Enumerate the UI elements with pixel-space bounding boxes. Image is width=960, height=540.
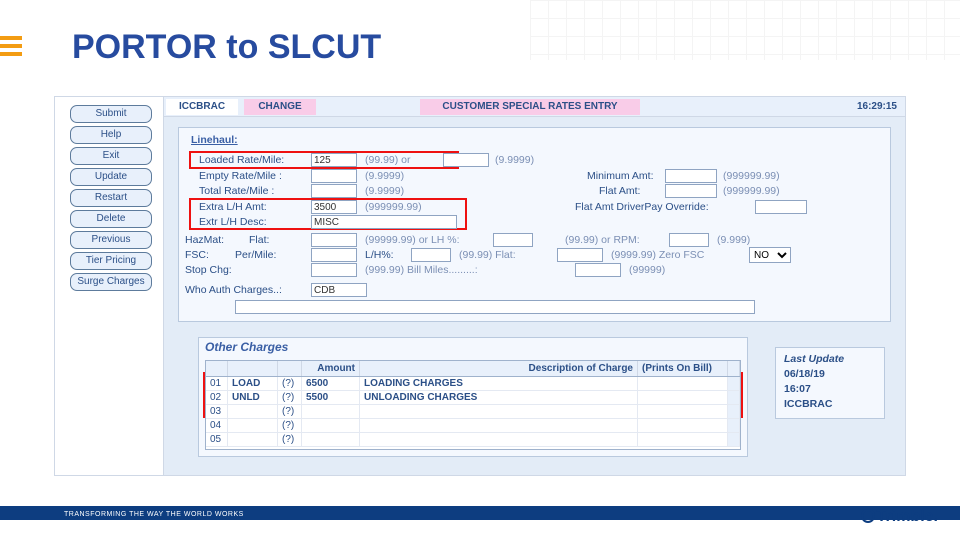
delete-button[interactable]: Delete	[70, 210, 152, 228]
linehaul-panel: Linehaul: Loaded Rate/Mile: (99.99) or (…	[178, 127, 891, 322]
table-row[interactable]: 03(?)	[206, 405, 740, 419]
tier-pricing-button[interactable]: Tier Pricing	[70, 252, 152, 270]
help-button[interactable]: Help	[70, 126, 152, 144]
hazmat-flat-label: Flat:	[249, 234, 269, 246]
zero-fsc-select[interactable]: NO	[749, 247, 791, 263]
flat-dp-label: Flat Amt DriverPay Override:	[575, 201, 709, 213]
hazmat-flat-input[interactable]	[311, 233, 357, 247]
loaded-rate-input[interactable]	[311, 153, 357, 167]
update-button[interactable]: Update	[70, 168, 152, 186]
restart-button[interactable]: Restart	[70, 189, 152, 207]
decorative-grid	[530, 0, 960, 60]
other-charges-title: Other Charges	[205, 340, 288, 354]
loaded-hint1: (99.99) or	[365, 154, 411, 166]
hazmat-hint1: (99999.99) or LH %:	[365, 234, 460, 246]
fsc-lh-hint: (99.99) Flat:	[459, 249, 516, 261]
table-row[interactable]: 04(?)	[206, 419, 740, 433]
empty-rate-input[interactable]	[311, 169, 357, 183]
surge-charges-button[interactable]: Surge Charges	[70, 273, 152, 291]
mode-label: CHANGE	[244, 99, 316, 115]
extra-lh-label: Extra L/H Amt:	[199, 201, 267, 213]
linehaul-legend: Linehaul:	[191, 134, 238, 146]
auth-input[interactable]	[311, 283, 367, 297]
loaded-rate-label: Loaded Rate/Mile:	[199, 154, 284, 166]
flat-amt-input[interactable]	[665, 184, 717, 198]
content-area: ICCBRAC CHANGE CUSTOMER SPECIAL RATES EN…	[163, 97, 905, 475]
col-desc: Description of Charge	[360, 361, 638, 376]
fsc-flat-input[interactable]	[557, 248, 603, 262]
table-row[interactable]: 05(?)	[206, 433, 740, 447]
other-charges-panel: Other Charges Amount Description of Char…	[198, 337, 748, 457]
empty-hint: (9.9999)	[365, 170, 404, 182]
col-prints: (Prints On Bill)	[638, 361, 728, 376]
stop-chg-input[interactable]	[311, 263, 357, 277]
last-update-title: Last Update	[784, 352, 876, 367]
grid-header: Amount Description of Charge (Prints On …	[206, 361, 740, 377]
stop-hint: (999.99) Bill Miles.........:	[365, 264, 478, 276]
last-update-date: 06/18/19	[784, 367, 876, 382]
extra-desc-label: Extr L/H Desc:	[199, 216, 267, 228]
flat-dp-input[interactable]	[755, 200, 807, 214]
hazmat-hint3: (9.999)	[717, 234, 750, 246]
extra-desc-input[interactable]	[311, 215, 457, 229]
auth-label: Who Auth Charges..:	[185, 284, 282, 296]
slide-title: PORTOR to SLCUT	[72, 28, 381, 67]
fsc-lh-input[interactable]	[411, 248, 451, 262]
exit-button[interactable]: Exit	[70, 147, 152, 165]
empty-rate-label: Empty Rate/Mile :	[199, 170, 282, 182]
total-rate-label: Total Rate/Mile :	[199, 185, 274, 197]
last-update-user: ICCBRAC	[784, 397, 876, 412]
extra-hint: (999999.99)	[365, 201, 422, 213]
table-row[interactable]: 01LOAD(?)6500LOADING CHARGES	[206, 377, 740, 391]
auth-desc-input[interactable]	[235, 300, 755, 314]
brand-text: Trimble	[877, 508, 934, 525]
table-row[interactable]: 02UNLD(?)5500UNLOADING CHARGES	[206, 391, 740, 405]
globe-icon	[861, 509, 875, 523]
footer-text: TRANSFORMING THE WAY THE WORLD WORKS	[64, 511, 244, 518]
col-amount: Amount	[302, 361, 360, 376]
fsc-permile-input[interactable]	[311, 248, 357, 262]
hazmat-hint2: (99.99) or RPM:	[565, 234, 640, 246]
app-window: Submit Help Exit Update Restart Delete P…	[54, 96, 906, 476]
module-label: ICCBRAC	[166, 99, 238, 115]
last-update-panel: Last Update 06/18/19 16:07 ICCBRAC	[775, 347, 885, 419]
flat-amt-label: Flat Amt:	[599, 185, 640, 197]
submit-button[interactable]: Submit	[70, 105, 152, 123]
bill-miles-input[interactable]	[575, 263, 621, 277]
previous-button[interactable]: Previous	[70, 231, 152, 249]
stop-chg-label: Stop Chg:	[185, 264, 232, 276]
last-update-time: 16:07	[784, 382, 876, 397]
fsc-lh-label: L/H%:	[365, 249, 394, 261]
minimum-hint: (999999.99)	[723, 170, 780, 182]
clock-label: 16:29:15	[833, 99, 897, 115]
other-charges-grid: Amount Description of Charge (Prints On …	[205, 360, 741, 450]
screen-label: CUSTOMER SPECIAL RATES ENTRY	[420, 99, 640, 115]
flat-amt-hint: (999999.99)	[723, 185, 780, 197]
minimum-amt-input[interactable]	[665, 169, 717, 183]
hazmat-rpm-input[interactable]	[669, 233, 709, 247]
brand-logo: Trimble.	[861, 507, 938, 526]
fsc-permile-label: Per/Mile:	[235, 249, 276, 261]
minimum-amt-label: Minimum Amt:	[587, 170, 654, 182]
extra-lh-input[interactable]	[311, 200, 357, 214]
loaded-hint2: (9.9999)	[495, 154, 534, 166]
total-rate-input[interactable]	[311, 184, 357, 198]
hazmat-lh-input[interactable]	[493, 233, 533, 247]
header-bar: ICCBRAC CHANGE CUSTOMER SPECIAL RATES EN…	[164, 97, 905, 117]
fsc-label: FSC:	[185, 249, 209, 261]
loaded-rate-alt-input[interactable]	[443, 153, 489, 167]
accent-icon	[0, 36, 22, 60]
hazmat-label: HazMat:	[185, 234, 224, 246]
sidebar: Submit Help Exit Update Restart Delete P…	[61, 105, 161, 294]
fsc-lh-hint2: (9999.99) Zero FSC	[611, 249, 704, 261]
stop-hint2: (99999)	[629, 264, 665, 276]
total-hint: (9.9999)	[365, 185, 404, 197]
